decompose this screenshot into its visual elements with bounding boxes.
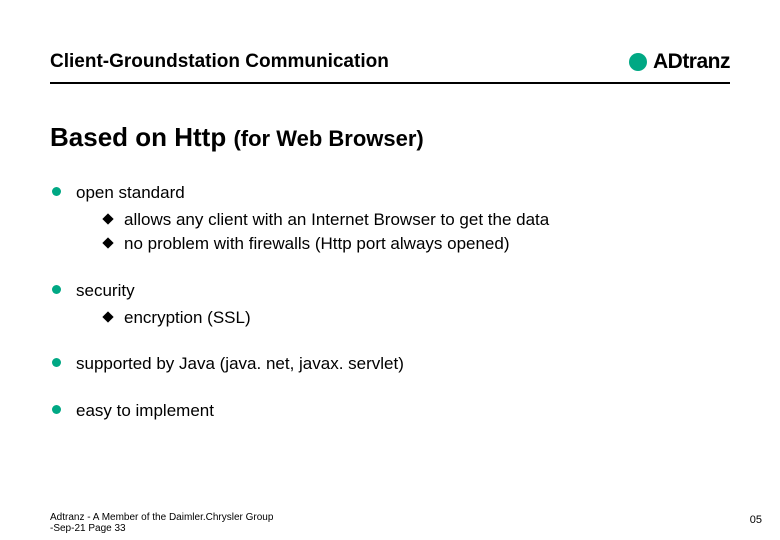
- header-title: Client-Groundstation Communication: [50, 51, 389, 73]
- bullet-label: easy to implement: [76, 401, 214, 420]
- main-title-prefix: Based on Http: [50, 122, 233, 152]
- bullet-item: supported by Java (java. net, javax. ser…: [50, 352, 730, 377]
- header-divider: [50, 82, 730, 84]
- main-title: Based on Http (for Web Browser): [50, 122, 730, 153]
- bullet-item: security encryption (SSL): [50, 279, 730, 330]
- bullet-label: security: [76, 281, 135, 300]
- sub-bullet-item: encryption (SSL): [102, 306, 730, 331]
- logo: ADtranz: [629, 50, 730, 74]
- bullet-label: supported by Java (java. net, javax. ser…: [76, 354, 404, 373]
- bullet-item: open standard allows any client with an …: [50, 181, 730, 257]
- logo-dot-icon: [629, 53, 647, 71]
- main-title-sub: (for Web Browser): [233, 126, 423, 151]
- slide: Client-Groundstation Communication ADtra…: [0, 0, 780, 423]
- bullet-label: open standard: [76, 183, 185, 202]
- footer: Adtranz - A Member of the Daimler.Chrysl…: [50, 512, 273, 534]
- logo-text: ADtranz: [653, 50, 730, 74]
- sub-bullet-list: encryption (SSL): [76, 306, 730, 331]
- slide-header: Client-Groundstation Communication ADtra…: [50, 50, 730, 74]
- sub-bullet-list: allows any client with an Internet Brows…: [76, 208, 730, 257]
- bullet-list: open standard allows any client with an …: [50, 181, 730, 423]
- footer-line1: Adtranz - A Member of the Daimler.Chrysl…: [50, 512, 273, 523]
- page-number: 05: [750, 514, 762, 526]
- footer-line2: -Sep-21 Page 33: [50, 523, 273, 534]
- bullet-item: easy to implement: [50, 399, 730, 424]
- sub-bullet-item: allows any client with an Internet Brows…: [102, 208, 730, 233]
- sub-bullet-item: no problem with firewalls (Http port alw…: [102, 232, 730, 257]
